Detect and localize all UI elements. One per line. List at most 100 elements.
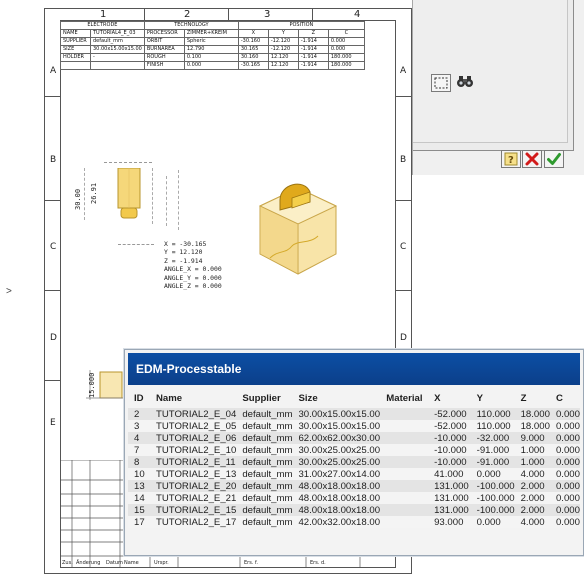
cell-x: -10.000	[428, 456, 471, 468]
col-material[interactable]: Material	[380, 388, 429, 408]
title-name: Name	[124, 560, 139, 566]
table-row[interactable]: 4 TUTORIAL2_E_06 default_mm 62.00x62.00x30.…	[128, 432, 580, 444]
hdr-pos-z: -1.914	[297, 45, 329, 54]
column-number: 2	[184, 9, 191, 20]
hdr-pos-z: -1.914	[297, 61, 329, 70]
row-divider	[44, 290, 60, 291]
cell-x: 131.000	[428, 492, 471, 504]
col-y[interactable]: Y	[470, 388, 515, 408]
edm-header-row: ID Name Supplier Size Material X Y Z C	[128, 388, 580, 408]
cell-material	[380, 432, 429, 444]
hdr-value: 30.00x15.00x15.00	[90, 45, 145, 54]
column-number: 4	[354, 9, 361, 20]
table-row[interactable]: 7 TUTORIAL2_E_10 default_mm 30.00x25.00x25.…	[128, 444, 580, 456]
row-letter: C	[50, 242, 57, 252]
dimension-height: 26.91	[90, 182, 98, 204]
col-size[interactable]: Size	[292, 388, 381, 408]
cell-id: 8	[128, 456, 150, 468]
cell-material	[380, 444, 429, 456]
col-x[interactable]: X	[428, 388, 471, 408]
cell-id: 17	[128, 516, 150, 528]
cell-size: 30.00x25.00x25.00	[292, 444, 381, 456]
row-letter: A	[50, 66, 57, 76]
hdr-pos-col: Z	[297, 29, 329, 38]
cell-y: -91.000	[470, 444, 515, 456]
table-row[interactable]: 10 TUTORIAL2_E_13 default_mm 31.00x27.00x14…	[128, 468, 580, 480]
row-letter: C	[400, 242, 407, 252]
binoculars-icon[interactable]	[455, 72, 475, 90]
row-letter: B	[50, 155, 57, 165]
hdr-label	[60, 61, 91, 70]
hdr-pos-c: 180.000	[327, 53, 365, 62]
col-name[interactable]: Name	[149, 388, 237, 408]
hdr-pos-c: 180.000	[327, 61, 365, 70]
cell-supplier: default_mm	[236, 444, 293, 456]
table-row[interactable]: 3 TUTORIAL2_E_05 default_mm 30.00x15.00x15.…	[128, 420, 580, 432]
col-id[interactable]: ID	[128, 388, 150, 408]
col-z[interactable]: Z	[514, 388, 550, 408]
hdr-tech-value: 0.000	[183, 61, 239, 70]
hdr-tech-label: FINISH	[143, 61, 185, 70]
table-row[interactable]: 15 TUTORIAL2_E_15 default_mm 48.00x18.00x18…	[128, 504, 580, 516]
hdr-pos-z: -1.914	[297, 53, 329, 62]
cell-id: 15	[128, 504, 150, 516]
cell-id: 14	[128, 492, 150, 504]
cell-supplier: default_mm	[236, 432, 293, 444]
hdr-pos-x: 30.160	[237, 53, 269, 62]
title-aenderung: Änderung	[76, 560, 101, 566]
cell-name: TUTORIAL2_E_11	[149, 456, 237, 468]
table-row[interactable]: 2 TUTORIAL2_E_04 default_mm 30.00x15.00x15.…	[128, 408, 580, 420]
cell-c: 0.000	[549, 468, 580, 480]
cell-c: 0.000	[549, 420, 580, 432]
cell-z: 1.000	[514, 456, 550, 468]
hdr-pos-x: 30.165	[237, 45, 269, 54]
column-divider	[312, 8, 313, 20]
centerline	[166, 176, 168, 226]
row-divider	[396, 200, 412, 201]
hdr-tech-value: 12.790	[183, 45, 239, 54]
table-row[interactable]: 13 TUTORIAL2_E_20 default_mm 48.00x18.00x18…	[128, 480, 580, 492]
cell-x: -10.000	[428, 444, 471, 456]
fold-mark: >	[6, 286, 12, 297]
select-rectangle-icon[interactable]	[431, 74, 451, 92]
cell-c: 0.000	[549, 504, 580, 516]
col-c[interactable]: C	[549, 388, 580, 408]
col-supplier[interactable]: Supplier	[236, 388, 293, 408]
centerline	[104, 162, 152, 164]
cell-name: TUTORIAL2_E_17	[149, 516, 237, 528]
cell-c: 0.000	[549, 480, 580, 492]
row-letter: D	[50, 333, 57, 343]
hdr-tech-label: BURNAREA	[143, 45, 185, 54]
dialog-well	[413, 0, 568, 143]
cell-z: 2.000	[514, 492, 550, 504]
electrode-isometric-view	[258, 183, 338, 275]
hdr-value: -	[90, 53, 145, 62]
cell-x: -52.000	[428, 408, 471, 420]
svg-text:?: ?	[508, 155, 514, 166]
table-row[interactable]: 8 TUTORIAL2_E_11 default_mm 30.00x25.00x25.…	[128, 456, 580, 468]
electrode-side-view	[117, 168, 141, 219]
table-row[interactable]: 14 TUTORIAL2_E_21 default_mm 48.00x18.00x18…	[128, 492, 580, 504]
hdr-tech-value: ZIMMER+KREIM	[183, 29, 239, 38]
title-ers-durch: Ers. d.	[310, 560, 326, 566]
cell-y: 0.000	[470, 516, 515, 528]
table-row[interactable]: 17 TUTORIAL2_E_17 default_mm 42.00x32.00x18…	[128, 516, 580, 528]
edm-processtable-window: EDM-Processtable ID Name Supplier Size M…	[124, 349, 584, 556]
cell-supplier: default_mm	[236, 480, 293, 492]
cell-z: 18.000	[514, 408, 550, 420]
cell-c: 0.000	[549, 492, 580, 504]
cell-y: -100.000	[470, 480, 515, 492]
hdr-label: SIZE	[60, 45, 91, 54]
cancel-icon[interactable]	[522, 150, 542, 168]
coord-z: Z = -1.914	[164, 256, 203, 265]
cell-size: 42.00x32.00x18.00	[292, 516, 381, 528]
column-divider	[228, 8, 229, 20]
cell-supplier: default_mm	[236, 468, 293, 480]
centerline	[178, 170, 180, 230]
ok-icon[interactable]	[544, 150, 564, 168]
help-icon[interactable]: ?	[501, 150, 521, 168]
row-divider	[396, 96, 412, 97]
hdr-pos-c: 0.000	[327, 37, 365, 46]
row-divider	[44, 200, 60, 201]
cell-z: 4.000	[514, 468, 550, 480]
